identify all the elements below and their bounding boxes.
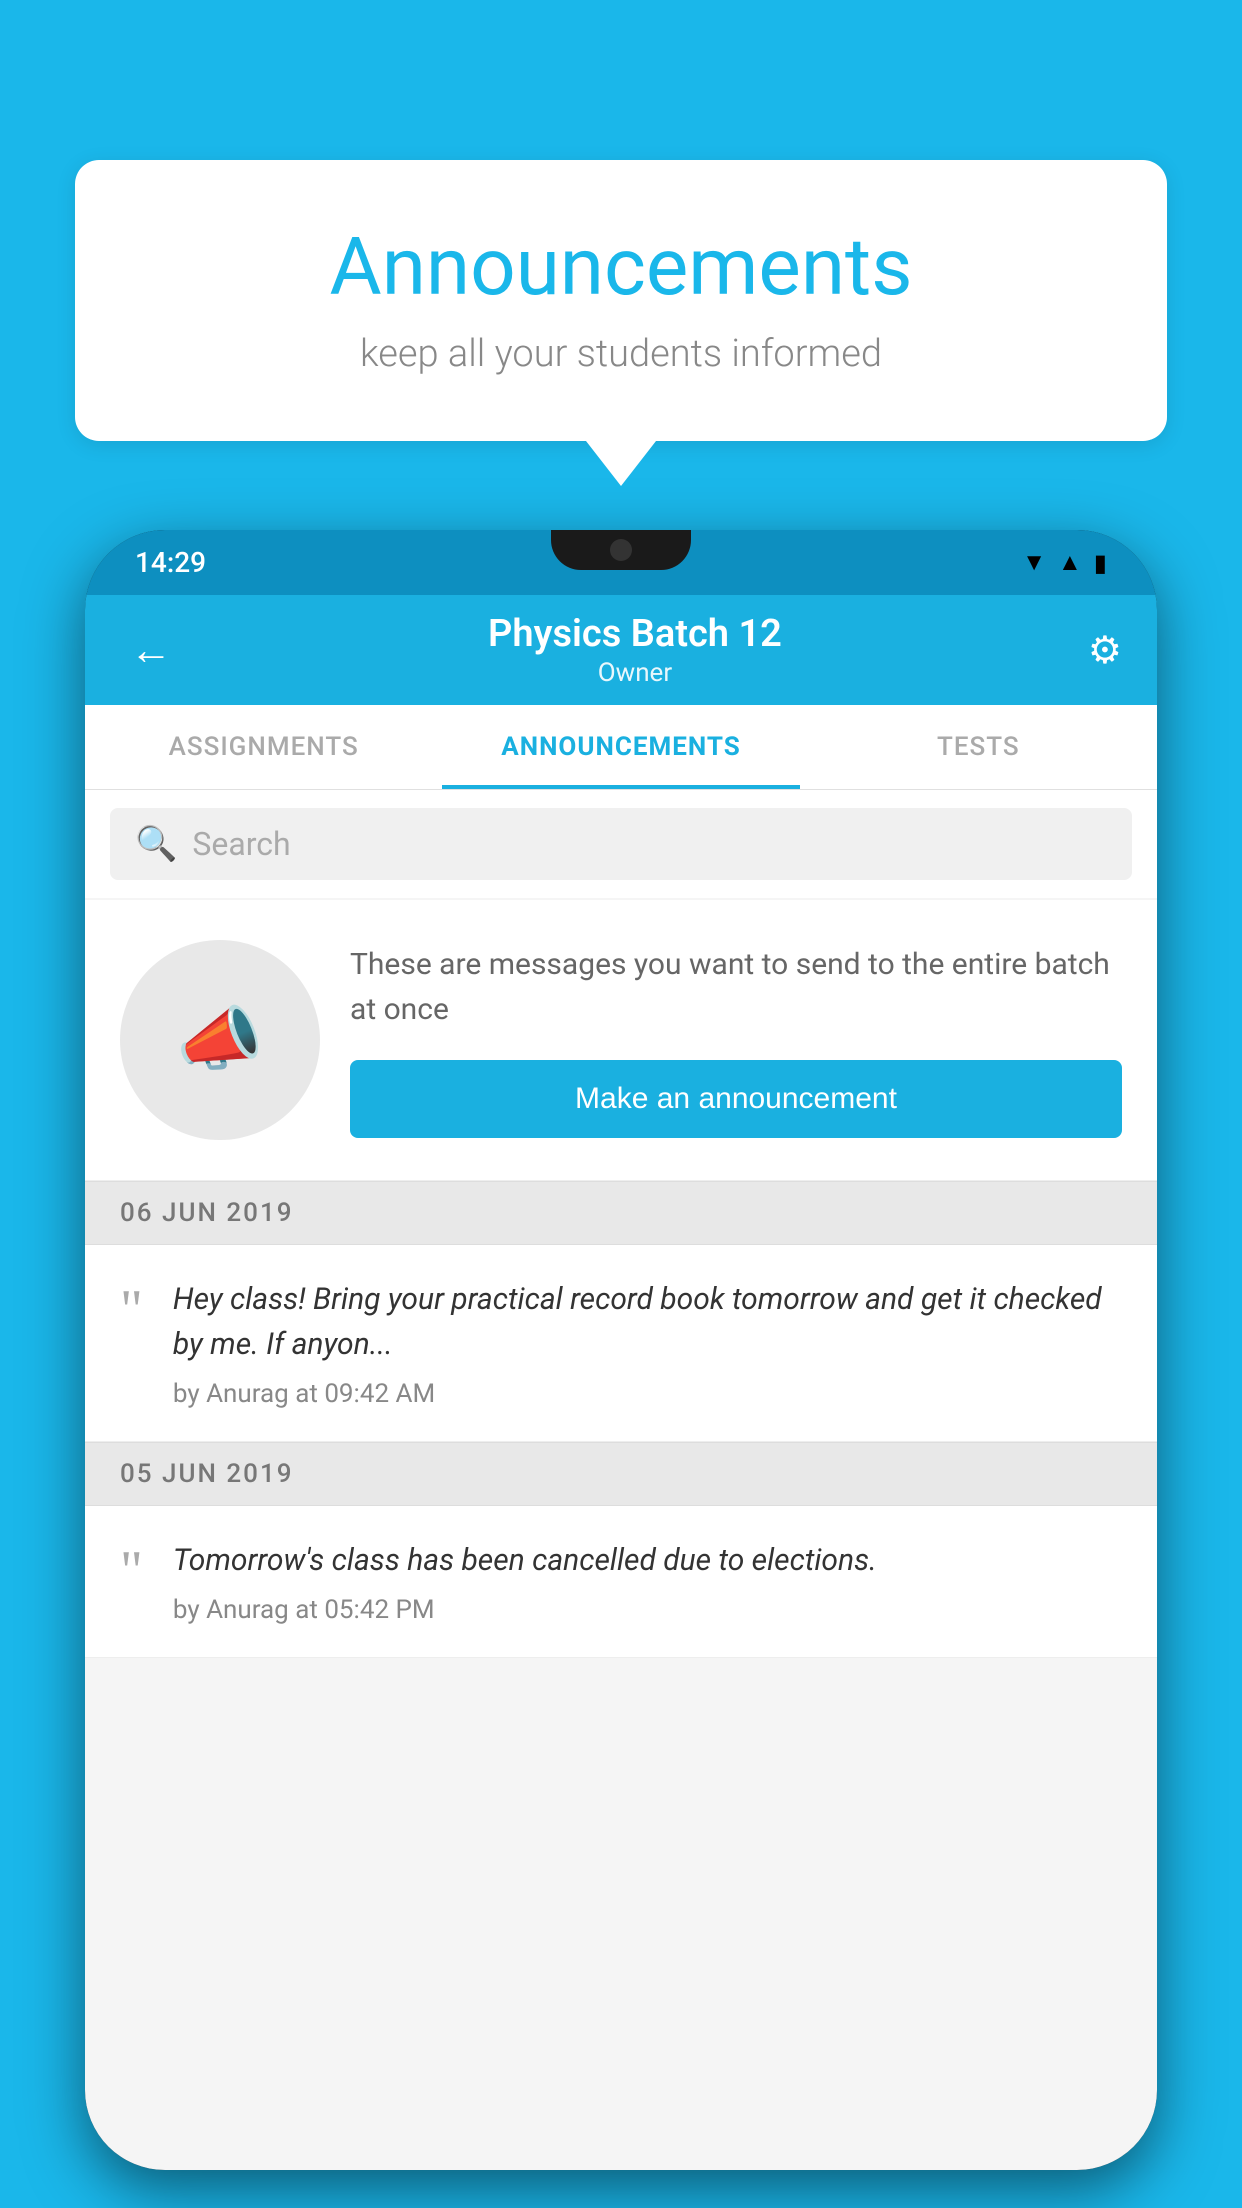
- status-time: 14:29: [135, 546, 206, 579]
- search-placeholder: Search: [192, 825, 290, 863]
- phone-content: 🔍 Search 📣 These are messages you want t…: [85, 790, 1157, 2170]
- date-label-1: 06 JUN 2019: [120, 1198, 294, 1228]
- camera: [610, 539, 632, 561]
- quote-icon-1: ": [120, 1282, 143, 1338]
- promo-right: These are messages you want to send to t…: [350, 942, 1122, 1138]
- battery-icon: [1094, 549, 1107, 577]
- date-label-2: 05 JUN 2019: [120, 1459, 294, 1489]
- notch: [551, 530, 691, 570]
- status-icons: [1022, 548, 1107, 577]
- announcement-item-1[interactable]: " Hey class! Bring your practical record…: [85, 1245, 1157, 1442]
- speech-bubble: Announcements keep all your students inf…: [75, 160, 1167, 441]
- date-divider-1: 06 JUN 2019: [85, 1181, 1157, 1245]
- tabs-bar: ASSIGNMENTS ANNOUNCEMENTS TESTS: [85, 705, 1157, 790]
- promo-description: These are messages you want to send to t…: [350, 942, 1122, 1032]
- app-bar-subtitle: Owner: [182, 658, 1088, 688]
- tab-tests[interactable]: TESTS: [800, 705, 1157, 789]
- announcement-content-1: Hey class! Bring your practical record b…: [173, 1277, 1122, 1409]
- bubble-arrow: [586, 441, 656, 486]
- announcement-text-1: Hey class! Bring your practical record b…: [173, 1277, 1122, 1367]
- phone-frame: 14:29 ← Physics Batch 12 Owner ⚙ ASSIGNM…: [85, 530, 1157, 2170]
- bubble-title: Announcements: [145, 220, 1097, 314]
- date-divider-2: 05 JUN 2019: [85, 1442, 1157, 1506]
- promo-icon-circle: 📣: [120, 940, 320, 1140]
- back-button[interactable]: ←: [120, 616, 182, 685]
- announcement-item-2[interactable]: " Tomorrow's class has been cancelled du…: [85, 1506, 1157, 1658]
- megaphone-icon: 📣: [176, 999, 263, 1081]
- announcement-author-2: by Anurag at 05:42 PM: [173, 1595, 1122, 1625]
- status-bar: 14:29: [85, 530, 1157, 595]
- bubble-subtitle: keep all your students informed: [145, 332, 1097, 376]
- speech-bubble-section: Announcements keep all your students inf…: [75, 160, 1167, 486]
- app-bar: ← Physics Batch 12 Owner ⚙: [85, 595, 1157, 705]
- tab-announcements[interactable]: ANNOUNCEMENTS: [442, 705, 799, 789]
- make-announcement-button[interactable]: Make an announcement: [350, 1060, 1122, 1138]
- signal-icon: [1058, 548, 1082, 577]
- search-bar-wrapper: 🔍 Search: [85, 790, 1157, 898]
- promo-card: 📣 These are messages you want to send to…: [85, 900, 1157, 1181]
- search-bar[interactable]: 🔍 Search: [110, 808, 1132, 880]
- announcement-content-2: Tomorrow's class has been cancelled due …: [173, 1538, 1122, 1625]
- tab-assignments[interactable]: ASSIGNMENTS: [85, 705, 442, 789]
- phone-wrapper: 14:29 ← Physics Batch 12 Owner ⚙ ASSIGNM…: [85, 530, 1157, 2208]
- search-icon: 🔍: [135, 824, 177, 864]
- settings-icon[interactable]: ⚙: [1088, 628, 1122, 673]
- app-bar-title: Physics Batch 12: [182, 612, 1088, 656]
- announcement-author-1: by Anurag at 09:42 AM: [173, 1379, 1122, 1409]
- app-bar-center: Physics Batch 12 Owner: [182, 612, 1088, 688]
- quote-icon-2: ": [120, 1543, 143, 1599]
- announcement-text-2: Tomorrow's class has been cancelled due …: [173, 1538, 1122, 1583]
- wifi-icon: [1022, 548, 1046, 577]
